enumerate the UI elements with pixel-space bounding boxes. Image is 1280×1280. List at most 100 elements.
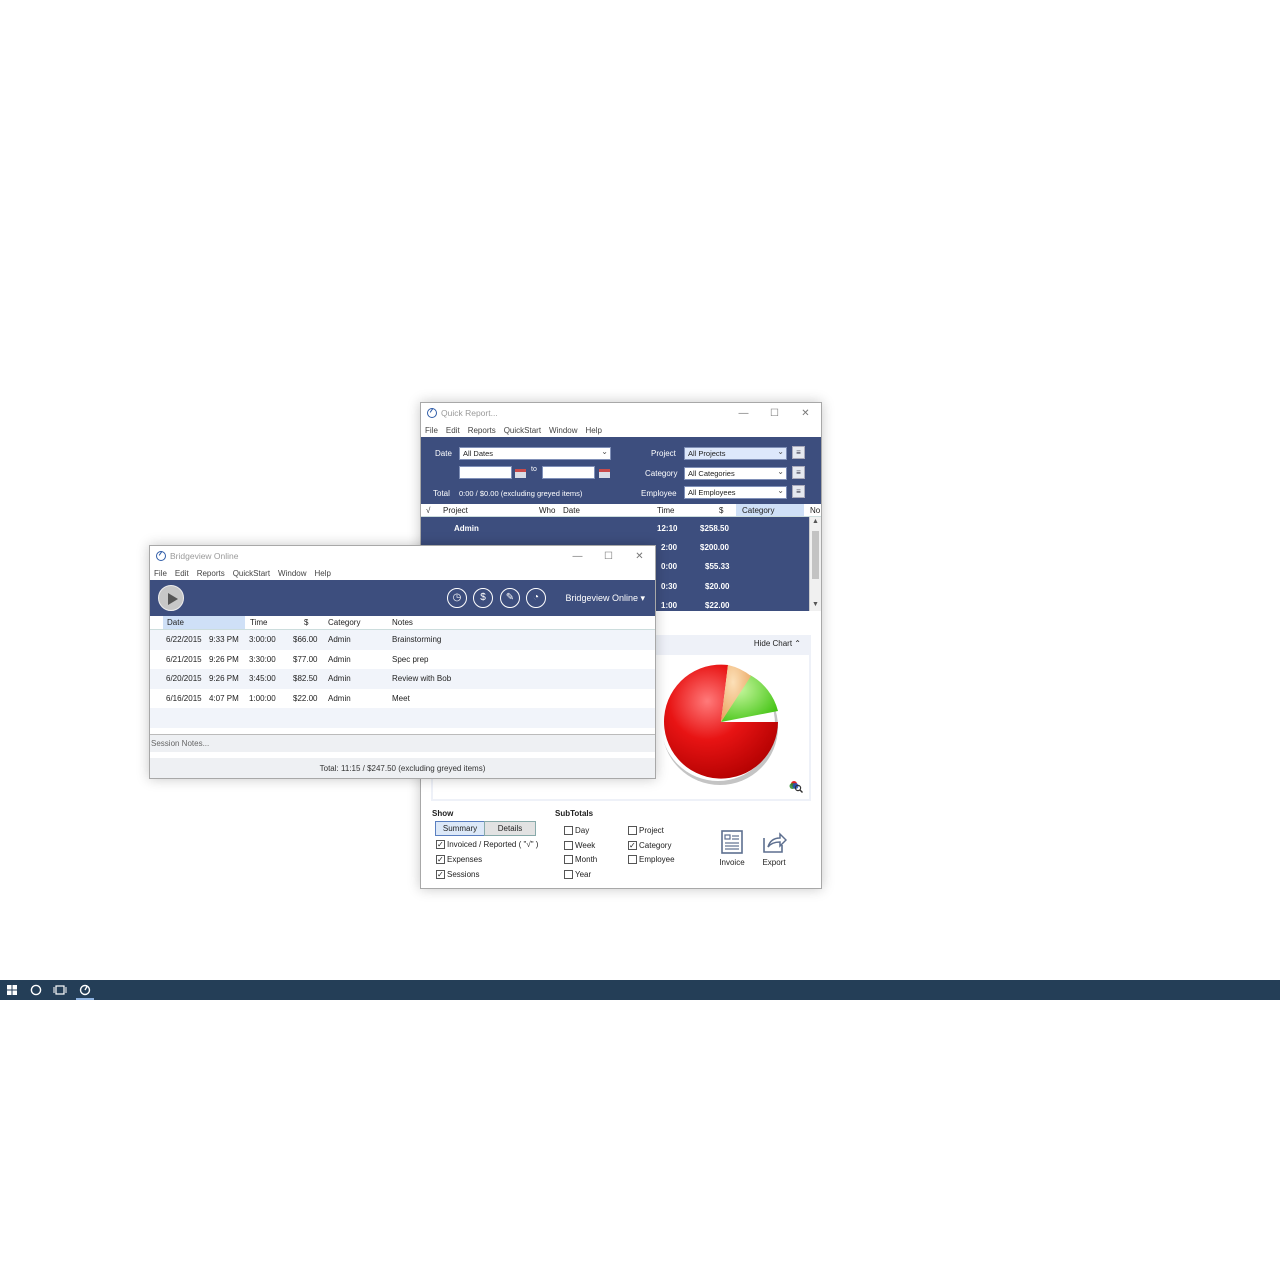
filter-panel: Date All Dates ⌄ to Total 0:00 / $0.00 (e… [421, 437, 821, 504]
scroll-thumb[interactable] [812, 531, 819, 579]
column-check[interactable]: √ [426, 506, 430, 515]
sessions-checkbox[interactable]: Sessions [436, 870, 479, 879]
stopwatch-icon [427, 408, 437, 418]
table-row[interactable]: 6/20/2015 9:26 PM 3:45:00 $82.50 Admin R… [150, 669, 655, 689]
export-icon [763, 832, 787, 853]
list-options-icon[interactable]: ≡ [792, 446, 805, 459]
edit-icon[interactable]: ✎ [500, 588, 520, 608]
employee-select[interactable]: All Employees ⌄ [684, 486, 787, 499]
window-title: Quick Report... [441, 408, 498, 418]
table-row[interactable]: 6/22/2015 9:33 PM 3:00:00 $66.00 Admin B… [150, 630, 655, 650]
project-checkbox[interactable]: Project [628, 826, 664, 835]
windows-start-icon[interactable] [4, 983, 20, 997]
employee-checkbox[interactable]: Employee [628, 855, 675, 864]
list-options-icon[interactable]: ≡ [792, 485, 805, 498]
minimize-button[interactable]: — [562, 546, 593, 566]
sessions-table-header: Date Time $ Category Notes [150, 616, 655, 630]
menu-window[interactable]: Window [278, 569, 306, 578]
column-category[interactable]: Category [328, 618, 360, 627]
invoice-button[interactable]: Invoice [712, 830, 752, 867]
menu-help[interactable]: Help [586, 426, 602, 435]
report-chart-icon[interactable]: ◔ [526, 588, 546, 608]
chevron-down-icon: ⌄ [777, 467, 784, 476]
search-circle-icon[interactable] [28, 983, 44, 997]
task-view-icon[interactable] [52, 983, 68, 997]
minimize-button[interactable]: — [728, 403, 759, 423]
day-checkbox[interactable]: Day [564, 826, 589, 835]
menu-reports[interactable]: Reports [468, 426, 496, 435]
column-notes[interactable]: Notes [392, 618, 413, 627]
employee-label: Employee [641, 489, 677, 498]
double-chevron-up-icon: ⌃ [794, 639, 801, 648]
show-label: Show [432, 809, 454, 818]
menu-bar: File Edit Reports QuickStart Window Help [150, 566, 655, 580]
maximize-button[interactable]: ☐ [593, 546, 624, 566]
menu-quickstart[interactable]: QuickStart [233, 569, 270, 578]
maximize-button[interactable]: ☐ [759, 403, 790, 423]
menu-file[interactable]: File [425, 426, 438, 435]
scroll-down-icon[interactable]: ▼ [812, 601, 819, 608]
table-row[interactable]: 6/16/2015 4:07 PM 1:00:00 $22.00 Admin M… [150, 689, 655, 709]
week-checkbox[interactable]: Week [564, 841, 595, 850]
column-category[interactable]: Category [736, 504, 804, 516]
title-bar[interactable]: Bridgeview Online — ☐ ✕ [150, 546, 655, 566]
menu-quickstart[interactable]: QuickStart [504, 426, 541, 435]
column-notes[interactable]: No [810, 506, 820, 515]
list-options-icon[interactable]: ≡ [792, 466, 805, 479]
month-checkbox[interactable]: Month [564, 855, 597, 864]
title-bar[interactable]: Quick Report... — ☐ ✕ [421, 403, 821, 423]
stopwatch-app-icon[interactable] [77, 983, 93, 997]
subtotals-label: SubTotals [555, 809, 594, 818]
hide-chart-button[interactable]: Hide Chart ⌃ [754, 639, 801, 648]
year-checkbox[interactable]: Year [564, 870, 591, 879]
start-date-input[interactable] [459, 466, 512, 479]
summary-button[interactable]: Summary [435, 821, 485, 836]
active-app-indicator [76, 998, 94, 1000]
column-project[interactable]: Project [443, 506, 468, 515]
menu-window[interactable]: Window [549, 426, 577, 435]
column-who[interactable]: Who [539, 506, 555, 515]
total-label: Total [433, 489, 450, 498]
to-label: to [531, 466, 537, 473]
table-row[interactable]: 6/21/2015 9:26 PM 3:30:00 $77.00 Admin S… [150, 650, 655, 670]
menu-file[interactable]: File [154, 569, 167, 578]
column-dollar[interactable]: $ [719, 506, 723, 515]
close-button[interactable]: ✕ [790, 403, 821, 423]
column-date[interactable]: Date [163, 616, 245, 629]
category-select[interactable]: All Categories ⌄ [684, 467, 787, 480]
add-time-icon[interactable]: ◷ [447, 588, 467, 608]
chevron-down-icon: ⌄ [777, 486, 784, 495]
total-value: 0:00 / $0.00 (excluding greyed items) [459, 489, 583, 498]
export-button[interactable]: Export [754, 830, 794, 867]
close-button[interactable]: ✕ [624, 546, 655, 566]
end-date-input[interactable] [542, 466, 595, 479]
status-bar: Total: 11:15 / $247.50 (excluding greyed… [150, 758, 655, 778]
menu-help[interactable]: Help [315, 569, 331, 578]
play-icon[interactable] [158, 585, 184, 611]
vertical-scrollbar[interactable]: ▲ ▼ [809, 517, 821, 611]
category-checkbox[interactable]: Category [628, 841, 671, 850]
calendar-icon[interactable] [515, 469, 526, 478]
details-button[interactable]: Details [484, 821, 536, 836]
scroll-up-icon[interactable]: ▲ [812, 518, 819, 525]
calendar-icon[interactable] [599, 469, 610, 478]
menu-edit[interactable]: Edit [175, 569, 189, 578]
menu-edit[interactable]: Edit [446, 426, 460, 435]
column-time[interactable]: Time [657, 506, 674, 515]
chart-zoom-icon[interactable] [789, 779, 803, 793]
column-time[interactable]: Time [250, 618, 267, 627]
column-date[interactable]: Date [563, 506, 580, 515]
date-select[interactable]: All Dates ⌄ [459, 447, 611, 460]
invoiced-checkbox[interactable]: Invoiced / Reported ( "√" ) [436, 840, 538, 849]
table-row[interactable]: Admin 12:10 $258.50 [421, 519, 809, 538]
project-select[interactable]: All Projects ⌄ [684, 447, 787, 460]
session-notes-input[interactable]: Session Notes... [150, 734, 655, 752]
add-expense-icon[interactable]: $ [473, 588, 493, 608]
account-menu[interactable]: Bridgeview Online ▾ [565, 593, 645, 604]
chevron-down-icon: ⌄ [777, 447, 784, 456]
menu-reports[interactable]: Reports [197, 569, 225, 578]
table-row[interactable] [150, 708, 655, 728]
menu-bar: File Edit Reports QuickStart Window Help [421, 423, 821, 437]
expenses-checkbox[interactable]: Expenses [436, 855, 482, 864]
column-dollar[interactable]: $ [304, 618, 308, 627]
